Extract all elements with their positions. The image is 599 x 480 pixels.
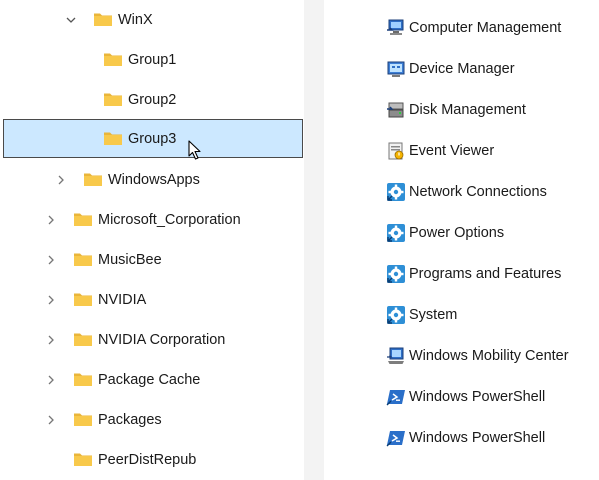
tree-item-label: WindowsApps (108, 172, 200, 188)
event-viewer-icon (388, 142, 404, 160)
tree-item-peerdistrepub[interactable]: PeerDistRepub (0, 440, 304, 480)
tree-item-label: Microsoft_Corporation (98, 212, 241, 228)
tree-item-package-cache[interactable]: Package Cache (0, 360, 304, 400)
chevron-right-icon[interactable] (44, 373, 58, 387)
gear-shortcut-icon (387, 306, 405, 324)
list-item-system[interactable]: System (384, 295, 599, 336)
list-item-label: Device Manager (409, 61, 515, 77)
list-item-label: System (409, 307, 458, 323)
tree-item-label: WinX (118, 12, 153, 28)
list-item-label: Power Options (409, 225, 505, 241)
list-item-label: Windows PowerShell (409, 430, 546, 446)
tree-item-label: Package Cache (98, 372, 201, 388)
device-manager-icon (387, 61, 405, 77)
folder-icon (74, 213, 92, 226)
folder-icon (74, 333, 92, 346)
folder-icon (104, 53, 122, 66)
chevron-down-icon[interactable] (64, 13, 78, 27)
list-item-windows-powershell[interactable]: Windows PowerShell (384, 377, 599, 418)
list-item-disk-management[interactable]: Disk Management (384, 90, 599, 131)
mouse-cursor-icon (188, 140, 201, 160)
chevron-right-icon[interactable] (54, 173, 68, 187)
tree-item-nvidia[interactable]: NVIDIA (0, 280, 304, 320)
tree-item-group3[interactable]: Group3 (3, 119, 303, 158)
tree-item-label: MusicBee (98, 252, 162, 268)
folder-tree: WinX Group1 Group2 Group3 WindowsApps Mi… (0, 0, 304, 480)
tree-item-group2[interactable]: Group2 (0, 80, 304, 120)
tree-item-group1[interactable]: Group1 (0, 40, 304, 80)
shortcut-list: Computer Management Device Manager Disk … (324, 0, 599, 480)
tree-item-musicbee[interactable]: MusicBee (0, 240, 304, 280)
tree-item-label: Group2 (128, 92, 177, 108)
mobility-center-icon (387, 347, 404, 364)
list-item-label: Windows PowerShell (409, 389, 546, 405)
folder-icon (74, 293, 92, 306)
tree-item-label: NVIDIA Corporation (98, 332, 226, 348)
tree-item-winx[interactable]: WinX (0, 0, 304, 40)
folder-icon (104, 132, 122, 145)
folder-icon (74, 453, 92, 466)
tree-item-label: Group3 (128, 131, 177, 147)
list-item-network-connections[interactable]: Network Connections (384, 172, 599, 213)
tree-item-label: Group1 (128, 52, 177, 68)
folder-icon (74, 413, 92, 426)
gear-shortcut-icon (387, 224, 405, 242)
chevron-right-icon[interactable] (44, 293, 58, 307)
folder-icon (84, 173, 102, 186)
computer-management-icon (387, 19, 404, 35)
chevron-right-icon[interactable] (44, 333, 58, 347)
tree-item-windowsapps[interactable]: WindowsApps (0, 160, 304, 200)
list-item-device-manager[interactable]: Device Manager (384, 49, 599, 90)
list-item-label: Event Viewer (409, 143, 495, 159)
folder-icon (94, 13, 112, 26)
tree-item-label: PeerDistRepub (98, 452, 197, 468)
disk-management-icon (387, 102, 404, 118)
list-item-label: Disk Management (409, 102, 526, 118)
gear-shortcut-icon (387, 265, 405, 283)
chevron-right-icon[interactable] (44, 413, 58, 427)
list-item-label: Programs and Features (409, 266, 562, 282)
folder-icon (74, 373, 92, 386)
list-item-power-options[interactable]: Power Options (384, 213, 599, 254)
tree-item-microsoft-corporation[interactable]: Microsoft_Corporation (0, 200, 304, 240)
powershell-icon (386, 431, 405, 447)
folder-icon (74, 253, 92, 266)
tree-item-label: NVIDIA (98, 292, 147, 308)
gear-shortcut-icon (387, 183, 405, 201)
list-item-windows-powershell[interactable]: Windows PowerShell (384, 418, 599, 459)
list-item-event-viewer[interactable]: Event Viewer (384, 131, 599, 172)
powershell-icon (386, 390, 405, 406)
list-item-windows-mobility-center[interactable]: Windows Mobility Center (384, 336, 599, 377)
list-item-label: Computer Management (409, 20, 562, 36)
pane-divider[interactable] (304, 0, 324, 480)
list-item-computer-management[interactable]: Computer Management (384, 8, 599, 49)
folder-icon (104, 93, 122, 106)
tree-item-nvidia-corporation[interactable]: NVIDIA Corporation (0, 320, 304, 360)
list-item-programs-and-features[interactable]: Programs and Features (384, 254, 599, 295)
list-item-label: Network Connections (409, 184, 547, 200)
chevron-right-icon[interactable] (44, 253, 58, 267)
tree-item-label: Packages (98, 412, 162, 428)
tree-item-packages[interactable]: Packages (0, 400, 304, 440)
list-item-label: Windows Mobility Center (409, 348, 569, 364)
chevron-right-icon[interactable] (44, 213, 58, 227)
